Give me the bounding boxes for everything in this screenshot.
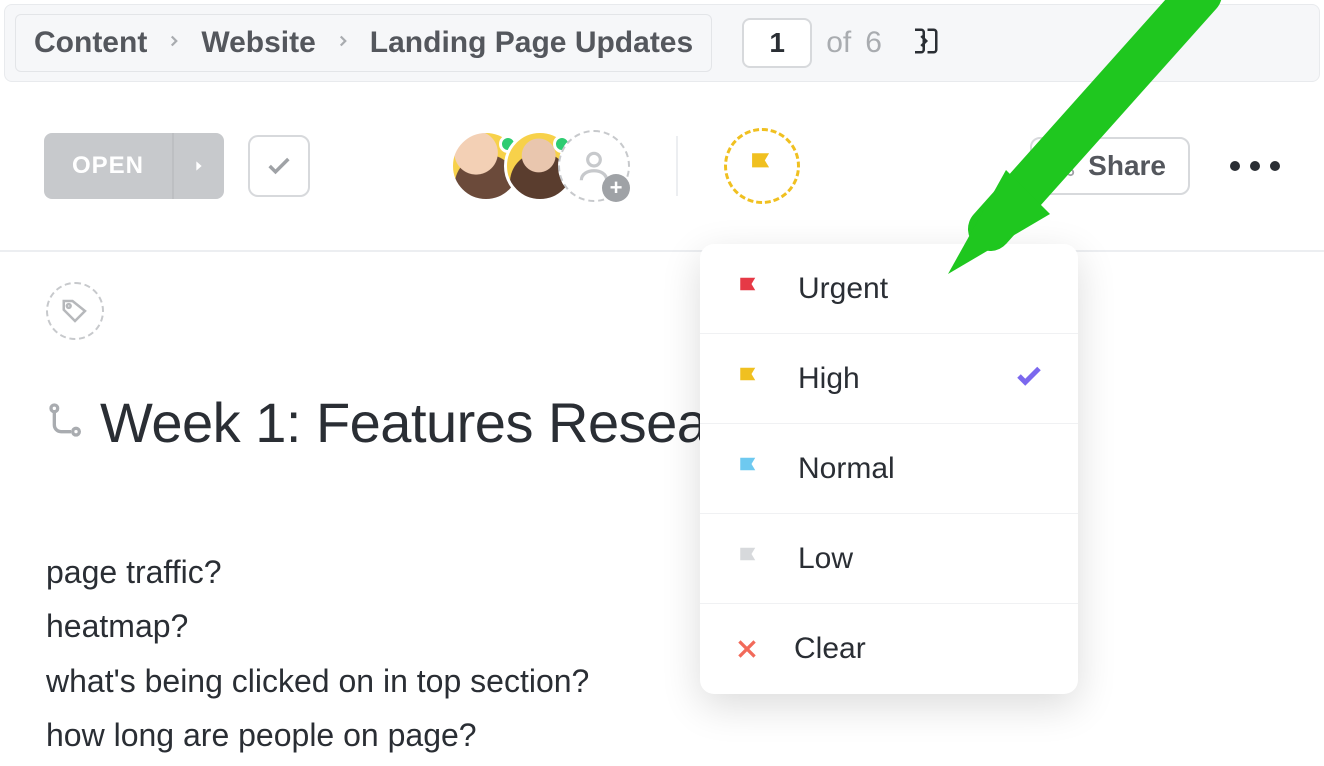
priority-dropdown: Urgent High Normal Low Clear: [700, 244, 1078, 694]
page-total: 6: [865, 26, 882, 60]
note-line: what's being clicked on in top section?: [46, 654, 1278, 708]
page-total-prefix: of: [826, 26, 851, 60]
task-toolbar: OPEN + Share: [0, 82, 1324, 252]
priority-option-urgent[interactable]: Urgent: [700, 244, 1078, 334]
priority-option-high[interactable]: High: [700, 334, 1078, 424]
plus-icon: +: [602, 174, 630, 202]
priority-flag-button[interactable]: [724, 128, 800, 204]
breadcrumb-item-landing[interactable]: Landing Page Updates: [370, 26, 693, 60]
task-description[interactable]: page traffic? heatmap? what's being clic…: [46, 545, 1278, 763]
breadcrumb-item-website[interactable]: Website: [201, 26, 315, 60]
divider: [676, 136, 678, 196]
share-icon: [1054, 155, 1076, 177]
status-open-button[interactable]: OPEN: [44, 133, 224, 199]
breadcrumb-item-content[interactable]: Content: [34, 26, 147, 60]
priority-option-low[interactable]: Low: [700, 514, 1078, 604]
assignees: +: [450, 130, 630, 202]
priority-option-clear[interactable]: Clear: [700, 604, 1078, 694]
priority-label: Normal: [798, 452, 1044, 486]
priority-label: High: [798, 362, 980, 396]
priority-label: Low: [798, 542, 1044, 576]
flag-icon: [734, 454, 764, 484]
chevron-right-icon: [334, 32, 352, 55]
page-indicator: of 6: [742, 18, 940, 68]
flag-icon: [734, 544, 764, 574]
priority-option-normal[interactable]: Normal: [700, 424, 1078, 514]
page-number-input[interactable]: [742, 18, 812, 68]
subtask-icon: [46, 400, 86, 445]
mark-complete-button[interactable]: [248, 135, 310, 197]
task-body: Week 1: Features Research page traffic? …: [0, 252, 1324, 763]
note-line: heatmap?: [46, 599, 1278, 653]
note-line: page traffic?: [46, 545, 1278, 599]
flag-icon: [734, 274, 764, 304]
breadcrumb: Content Website Landing Page Updates of …: [4, 4, 1320, 82]
add-tag-button[interactable]: [46, 282, 104, 340]
share-label: Share: [1088, 150, 1166, 182]
task-title[interactable]: Week 1: Features Research: [100, 390, 784, 455]
check-icon: [1014, 361, 1044, 396]
add-assignee-button[interactable]: +: [558, 130, 630, 202]
status-label: OPEN: [44, 133, 172, 199]
flag-icon: [734, 364, 764, 394]
priority-label: Urgent: [798, 272, 1044, 306]
chevron-right-icon: [165, 32, 183, 55]
note-line: how long are people on page?: [46, 708, 1278, 762]
next-task-icon[interactable]: [910, 26, 940, 61]
share-button[interactable]: Share: [1030, 137, 1190, 195]
status-dropdown-icon[interactable]: [172, 133, 224, 199]
breadcrumb-path: Content Website Landing Page Updates: [15, 14, 712, 72]
more-menu-button[interactable]: [1230, 161, 1280, 171]
priority-label: Clear: [794, 632, 1044, 666]
close-icon: [734, 636, 760, 662]
